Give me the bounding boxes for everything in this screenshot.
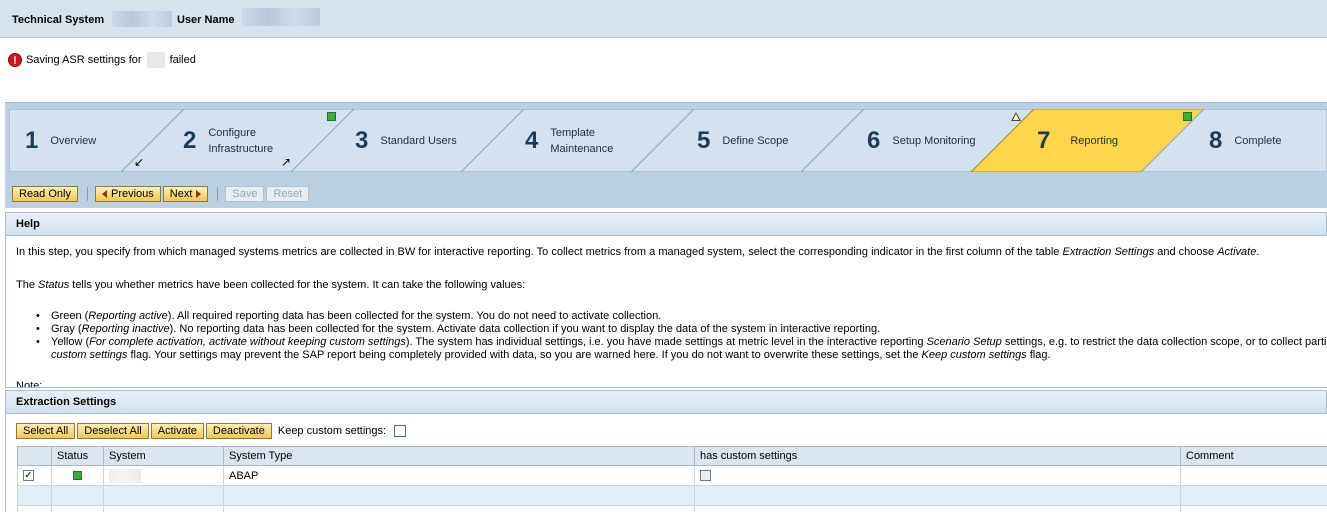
technical-system-label: Technical System — [12, 14, 105, 26]
roadmap-step-7-active[interactable]: 7 Reporting — [1037, 109, 1118, 172]
step-number: 4 — [525, 126, 539, 154]
status-green-icon — [73, 471, 82, 481]
select-all-button[interactable]: Select All — [16, 423, 76, 439]
error-message-suffix: failed — [169, 54, 196, 66]
system-type-cell: ABAP — [223, 465, 695, 486]
step-number: 5 — [697, 126, 711, 154]
has-custom-cell — [694, 465, 1181, 486]
step-number: 6 — [867, 126, 881, 154]
step-2-ok-icon — [327, 112, 336, 121]
read-only-button[interactable]: Read Only — [12, 186, 78, 202]
procedure-toolbar: Read Only Previous Next Save Reset — [12, 185, 311, 203]
roadmap-step-6[interactable]: 6 Setup Monitoring — [867, 109, 976, 172]
column-header-has-custom[interactable]: has custom settings — [694, 446, 1181, 466]
list-item: Yellow (For complete activation, activat… — [36, 336, 1326, 362]
step-label: Overview — [50, 134, 97, 147]
keep-custom-settings-label: Keep custom settings: — [277, 425, 387, 437]
arrow-right-icon — [196, 190, 202, 198]
step-label: Complete — [1234, 134, 1282, 147]
help-note: Note: — [16, 380, 43, 388]
table-row-empty — [17, 485, 1327, 506]
row-checkbox-checked[interactable]: ✓ — [23, 470, 34, 482]
help-paragraph-2: The Status tells you whether metrics hav… — [16, 279, 526, 291]
deactivate-button[interactable]: Deactivate — [205, 423, 272, 439]
column-header-system[interactable]: System — [103, 446, 224, 466]
toolbar-separator — [86, 187, 88, 201]
step-6-warning-icon — [1011, 112, 1021, 121]
next-button[interactable]: Next — [162, 186, 209, 202]
step-label: Setup Monitoring — [892, 134, 976, 147]
extraction-toolbar: Select All Deselect All Activate Deactiv… — [16, 423, 407, 439]
step-number: 8 — [1209, 126, 1223, 154]
roadmap-step-3[interactable]: 3 Standard Users — [355, 109, 457, 172]
step-label: Standard Users — [380, 134, 457, 147]
status-cell — [51, 465, 104, 486]
error-message-prefix: Saving ASR settings for — [26, 54, 142, 66]
roadmap-step-1[interactable]: 1 Overview — [25, 109, 96, 172]
extraction-table: Status System System Type has custom set… — [17, 446, 1327, 512]
select-column-header[interactable] — [17, 446, 52, 466]
column-header-system-type[interactable]: System Type — [223, 446, 695, 466]
extraction-settings-body: Select All Deselect All Activate Deactiv… — [5, 413, 1327, 512]
help-paragraph-1: In this step, you specify from which man… — [16, 246, 1260, 258]
step-7-ok-icon — [1183, 112, 1192, 121]
technical-system-value-redacted — [112, 11, 172, 27]
deselect-all-button[interactable]: Deselect All — [77, 423, 149, 439]
help-panel-body: In this step, you specify from which man… — [5, 236, 1327, 388]
step-number: 7 — [1037, 126, 1051, 154]
roadmap-step-8[interactable]: 8 Complete — [1209, 109, 1281, 172]
extraction-settings-header[interactable]: Extraction Settings — [5, 390, 1327, 414]
comment-cell — [1180, 465, 1327, 486]
arrow-left-icon — [101, 190, 107, 198]
step-label: Configure Infrastructure — [208, 126, 274, 155]
roadmap-step-4[interactable]: 4 Template Maintenance — [525, 109, 613, 172]
step-number: 3 — [355, 126, 369, 154]
previous-button[interactable]: Previous — [94, 186, 161, 202]
keep-custom-settings-checkbox[interactable] — [394, 425, 407, 437]
row-select-cell[interactable]: ✓ — [17, 465, 52, 486]
has-custom-checkbox — [700, 470, 711, 482]
roadmap-step-5[interactable]: 5 Define Scope — [697, 109, 788, 172]
table-row-empty — [17, 505, 1327, 512]
system-cell — [103, 465, 224, 486]
collapse-arrow-icon[interactable]: ↙ — [134, 155, 144, 169]
system-name-redacted — [146, 52, 165, 68]
user-name-value-redacted — [242, 8, 320, 26]
list-item: Green (Reporting active). All required r… — [36, 310, 1326, 323]
step-number: 2 — [183, 126, 197, 154]
column-header-comment[interactable]: Comment — [1180, 446, 1327, 466]
toolbar-separator — [217, 187, 219, 201]
table-header-row: Status System System Type has custom set… — [17, 446, 1327, 466]
step-label: Reporting — [1070, 134, 1119, 147]
help-panel-header[interactable]: Help — [5, 212, 1327, 236]
user-name-label: User Name — [177, 14, 235, 26]
step-number: 1 — [25, 126, 39, 154]
status-values-list: Green (Reporting active). All required r… — [36, 310, 1326, 362]
list-item: Gray (Reporting inactive). No reporting … — [36, 323, 1326, 336]
step-label: Define Scope — [722, 134, 789, 147]
activate-button[interactable]: Activate — [150, 423, 204, 439]
save-button[interactable]: Save — [225, 186, 265, 202]
roadmap-step-2[interactable]: 2 Configure Infrastructure — [183, 109, 273, 172]
column-header-status[interactable]: Status — [51, 446, 104, 466]
step-label: Template Maintenance — [550, 126, 614, 155]
system-name-redacted — [109, 468, 141, 483]
error-message: ! Saving ASR settings for failed — [8, 52, 196, 68]
expand-arrow-icon[interactable]: ↗ — [281, 155, 291, 169]
table-row[interactable]: ✓ ABAP — [17, 465, 1327, 486]
reset-button[interactable]: Reset — [266, 186, 310, 202]
top-info-bar: Technical System User Name — [0, 0, 1327, 38]
error-icon: ! — [8, 53, 22, 67]
